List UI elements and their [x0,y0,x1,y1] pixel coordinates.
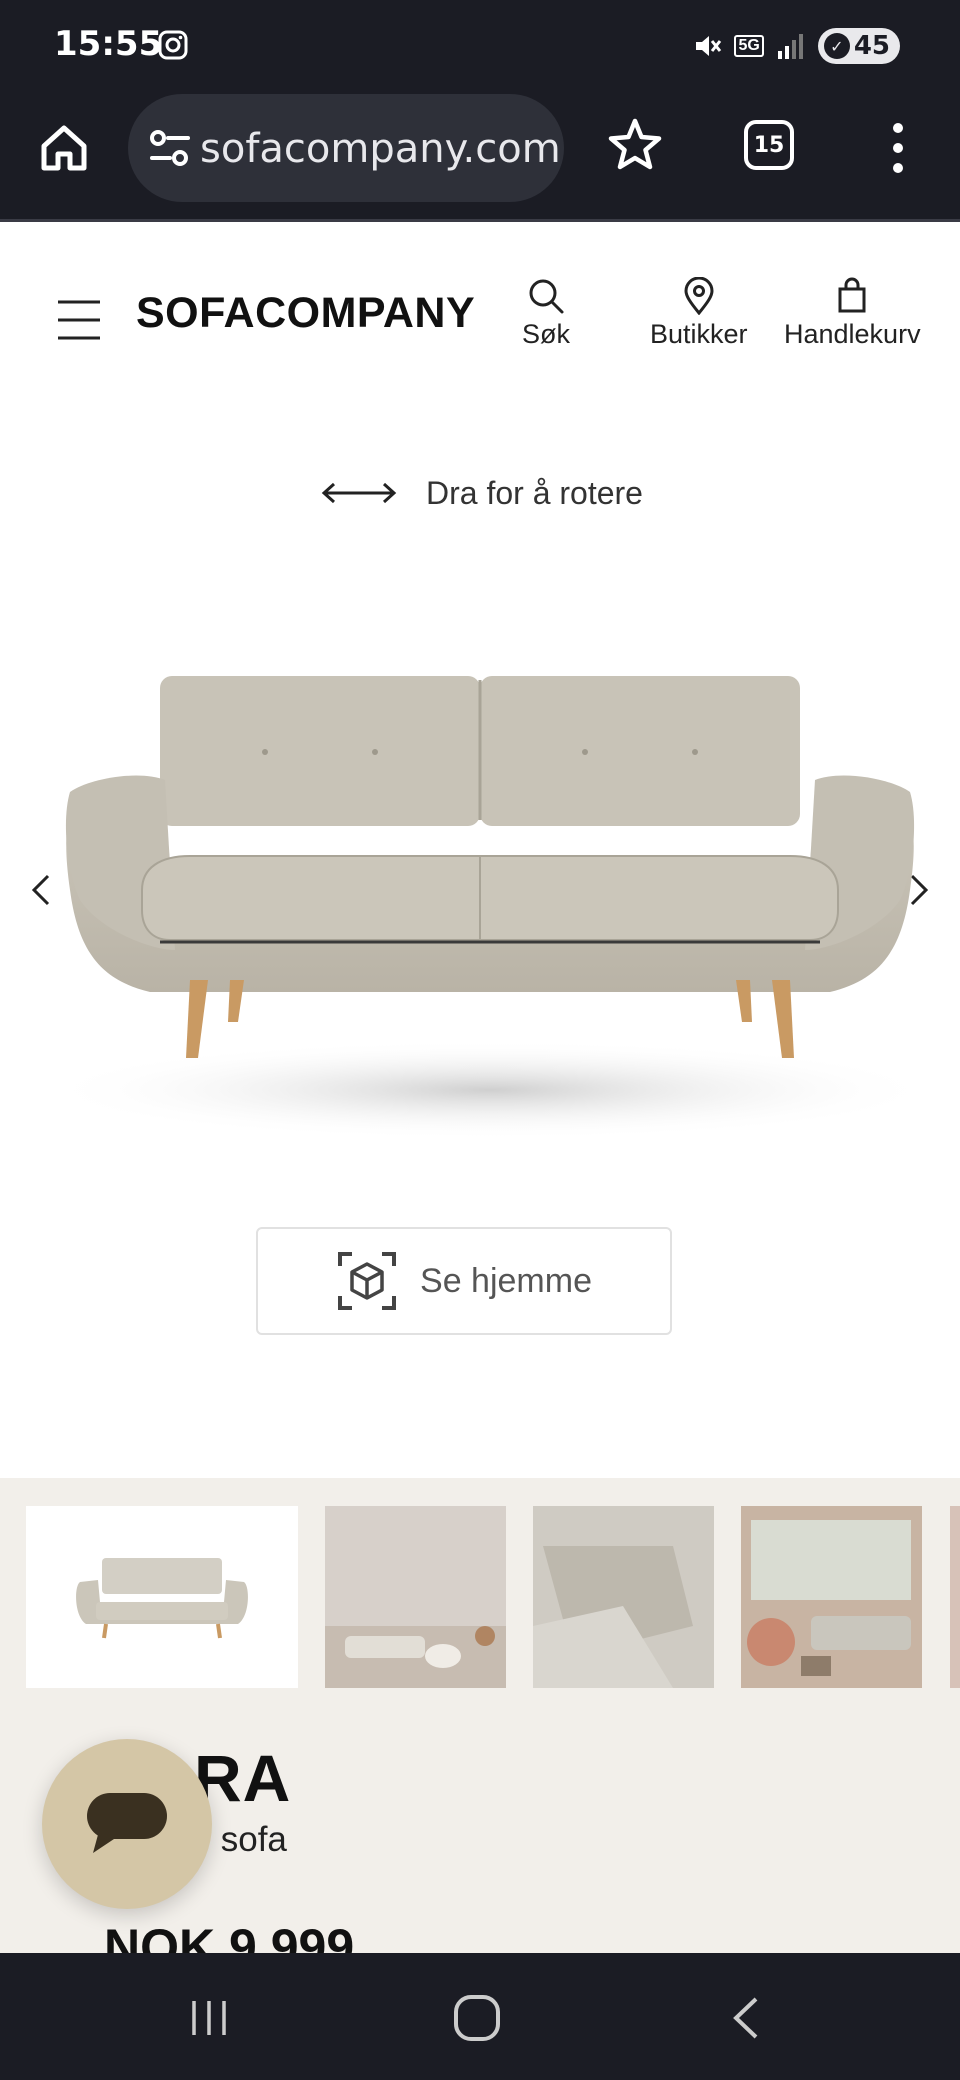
chat-icon [87,1793,167,1853]
thumbnail-3[interactable] [533,1506,714,1688]
recent-apps-icon[interactable] [188,1997,230,2039]
search-label: Søk [522,319,571,349]
thumbnail-1[interactable] [26,1506,298,1688]
status-icons: 5G ✓ 45 [692,26,900,66]
battery-indicator: ✓ 45 [817,28,900,64]
sofa-image [40,676,940,1140]
system-navigation-bar [0,1953,960,2080]
cart-label: Handlekurv [784,319,921,349]
url-text[interactable]: sofacompany.com [200,126,561,172]
view-in-room-button[interactable]: Se hjemme [256,1227,672,1335]
product-3d-viewer[interactable] [0,580,960,1200]
mute-icon [696,36,722,56]
browser-toolbar: sofacompany.com 15 [0,92,960,222]
stores-label: Butikker [650,319,748,349]
thumbnail-room-image [325,1506,506,1688]
status-time: 15:55 [54,24,163,64]
thumbnail-sofa-image [76,1558,248,1639]
status-bar: 15:55 5G ✓ 45 [0,0,960,92]
thumbnail-detail-image [533,1506,714,1688]
instagram-icon [158,30,188,60]
signal-icon [777,34,803,59]
address-bar[interactable]: sofacompany.com [128,94,564,202]
search-icon [529,279,564,314]
back-icon[interactable] [728,1995,764,2041]
site-settings-icon[interactable] [148,128,192,168]
network-type: 5G [734,35,764,57]
view-in-room-label: Se hjemme [420,1261,592,1300]
battery-level: 45 [853,31,890,61]
home-icon[interactable] [36,120,92,176]
search-button[interactable]: Søk [522,277,570,350]
thumbnail-2[interactable] [325,1506,506,1688]
site-header: SOFACOMPANY Søk Butikker Handlekurv [0,225,960,415]
product-price: NOK 9.999 [104,1919,355,1953]
stores-button[interactable]: Butikker [650,277,748,350]
thumbnail-4[interactable] [741,1506,922,1688]
double-arrow-icon [321,482,397,504]
cart-button[interactable]: Handlekurv [784,277,921,350]
site-logo[interactable]: SOFACOMPANY [136,289,475,338]
menu-icon[interactable] [56,297,102,343]
rotate-hint: Dra for å rotere [320,470,643,516]
battery-saver-icon: ✓ [823,33,850,59]
rotate-hint-text: Dra for å rotere [426,474,643,511]
chat-button[interactable] [42,1739,212,1909]
bookmark-star-icon[interactable] [606,116,664,174]
ar-cube-icon [338,1252,397,1310]
more-options-icon[interactable] [880,120,916,176]
home-button-icon[interactable] [452,1993,502,2043]
shopping-bag-icon [838,277,866,313]
thumbnail-5[interactable] [950,1506,960,1688]
tab-switcher-button[interactable]: 15 [744,120,794,170]
location-pin-icon [684,277,714,315]
thumbnail-livingroom-image [741,1506,922,1688]
